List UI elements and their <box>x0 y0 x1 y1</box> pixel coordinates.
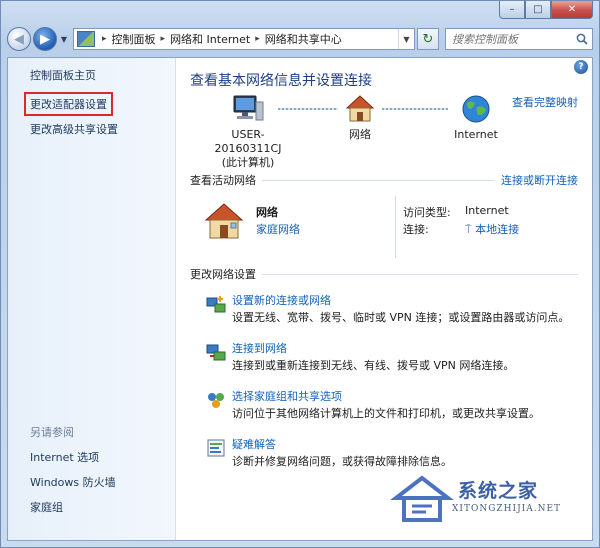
house-icon <box>344 94 376 124</box>
address-dropdown[interactable]: ▼ <box>398 29 414 49</box>
access-type-row: 访问类型: Internet <box>403 204 509 220</box>
help-icon[interactable]: ? <box>574 60 588 74</box>
globe-icon <box>460 94 492 124</box>
connect-disconnect-link[interactable]: 连接或断开连接 <box>501 172 578 188</box>
control-panel-icon <box>77 31 95 47</box>
homegroup-icon <box>208 393 224 408</box>
sidebar-item-change-adapter-settings[interactable]: 更改适配器设置 <box>24 92 113 116</box>
search-icon[interactable] <box>572 33 592 45</box>
see-also-windows-firewall[interactable]: Windows 防火墙 <box>30 474 116 490</box>
refresh-button[interactable]: ↻ <box>417 28 439 50</box>
map-node-computer: USER-20160311CJ (此计算机) <box>198 94 298 170</box>
connection-row: 连接: ⍑ 本地连接 <box>403 221 519 237</box>
access-type-label: 访问类型: <box>403 206 451 219</box>
active-networks-header: 查看活动网络 连接或断开连接 <box>190 172 578 188</box>
network-type-link[interactable]: 家庭网络 <box>256 221 300 237</box>
map-node-network-label: 网络 <box>349 128 371 141</box>
breadcrumb-network-sharing-center[interactable]: 网络和共享中心 <box>265 31 342 47</box>
map-connector-line <box>382 108 448 110</box>
homegroup-sharing-link[interactable]: 选择家庭组和共享选项 <box>232 388 342 404</box>
arrow-left-icon: ◀ <box>14 31 24 47</box>
see-also-homegroup[interactable]: 家庭组 <box>30 499 116 515</box>
chevron-down-icon: ▼ <box>403 34 410 44</box>
close-button[interactable]: ✕ <box>551 1 593 19</box>
chevron-right-icon[interactable]: ▸ <box>102 34 107 44</box>
homegroup-sharing-desc: 访问位于其他网络计算机上的文件和打印机，或更改共享设置。 <box>232 407 540 420</box>
watermark-house-icon <box>390 475 454 522</box>
new-connection-icon <box>206 296 226 313</box>
chevron-right-icon[interactable]: ▸ <box>255 34 260 44</box>
content-area: 控制面板主页 更改适配器设置 更改高级共享设置 另请参阅 Internet 选项… <box>7 57 593 541</box>
chevron-right-icon[interactable]: ▸ <box>161 34 166 44</box>
page-title: 查看基本网络信息并设置连接 <box>190 73 372 89</box>
search-box[interactable] <box>445 28 593 50</box>
main-pane: ? 查看基本网络信息并设置连接 查看完整映射 USER-20160311CJ (… <box>176 58 592 540</box>
troubleshoot-link[interactable]: 疑难解答 <box>232 436 276 452</box>
left-pane: 控制面板主页 更改适配器设置 更改高级共享设置 另请参阅 Internet 选项… <box>8 58 176 540</box>
section-divider <box>262 179 495 181</box>
active-networks-title: 查看活动网络 <box>190 174 256 187</box>
task-homegroup: 选择家庭组和共享选项 访问位于其他网络计算机上的文件和打印机，或更改共享设置。 <box>206 388 592 436</box>
breadcrumb-network-internet[interactable]: 网络和 Internet <box>170 31 250 47</box>
address-bar[interactable]: ▸ 控制面板 ▸ 网络和 Internet ▸ 网络和共享中心 ▼ <box>73 28 415 50</box>
sidebar-item-control-panel-home[interactable]: 控制面板主页 <box>30 67 175 83</box>
maximize-button[interactable]: □ <box>525 1 551 19</box>
connect-to-network-link[interactable]: 连接到网络 <box>232 340 287 356</box>
navigation-bar: ◀ ▶ ▼ ▸ 控制面板 ▸ 网络和 Internet ▸ 网络和共享中心 ▼ … <box>7 25 593 53</box>
window: – □ ✕ ◀ ▶ ▼ ▸ 控制面板 ▸ 网络和 Internet ▸ 网络和共… <box>0 0 600 548</box>
connection-label: 连接: <box>403 223 429 236</box>
watermark-title: 系统之家 <box>458 480 539 502</box>
caption-buttons: – □ ✕ <box>499 1 593 19</box>
access-type-value: Internet <box>465 204 509 217</box>
chevron-down-icon: ▼ <box>60 34 68 44</box>
map-node-internet-label: Internet <box>454 128 498 141</box>
refresh-icon: ↻ <box>422 31 434 47</box>
arrow-right-icon: ▶ <box>40 31 50 47</box>
breadcrumb-control-panel[interactable]: 控制面板 <box>112 31 156 47</box>
search-input[interactable] <box>452 32 572 46</box>
back-button[interactable]: ◀ <box>7 27 31 51</box>
network-map: USER-20160311CJ (此计算机) 网络 Internet <box>190 94 592 172</box>
recent-pages-dropdown[interactable]: ▼ <box>59 35 69 44</box>
local-connection-link[interactable]: 本地连接 <box>475 223 519 236</box>
map-node-computer-label: USER-20160311CJ <box>214 128 282 155</box>
map-node-internet: Internet <box>444 94 508 142</box>
watermark-logo: 系统之家 XITONGZHIJIA.NET <box>386 470 586 530</box>
ethernet-icon: ⍑ <box>465 223 472 236</box>
see-also-internet-options[interactable]: Internet 选项 <box>30 449 116 465</box>
sidebar-item-advanced-sharing-settings[interactable]: 更改高级共享设置 <box>30 121 175 137</box>
active-network-panel: 网络 家庭网络 访问类型: Internet 连接: ⍑ 本地连接 <box>190 196 592 266</box>
map-connector-line <box>278 108 338 110</box>
section-divider <box>262 273 578 275</box>
setup-new-connection-desc: 设置无线、宽带、拨号、临时或 VPN 连接；或设置路由器或访问点。 <box>232 311 570 324</box>
vertical-divider <box>395 196 396 258</box>
connect-network-icon <box>206 344 226 361</box>
change-settings-title: 更改网络设置 <box>190 268 256 281</box>
computer-icon <box>232 94 264 124</box>
forward-button[interactable]: ▶ <box>33 27 57 51</box>
troubleshoot-icon <box>207 439 225 457</box>
active-network-name: 网络 <box>256 206 278 219</box>
change-settings-header: 更改网络设置 <box>190 266 578 282</box>
connection-value[interactable]: ⍑ 本地连接 <box>465 221 519 237</box>
map-node-network: 网络 <box>340 94 380 142</box>
setup-new-connection-link[interactable]: 设置新的连接或网络 <box>232 292 331 308</box>
see-also-title: 另请参阅 <box>30 426 74 439</box>
map-node-computer-sublabel: (此计算机) <box>221 156 275 169</box>
see-also-section: 另请参阅 Internet 选项 Windows 防火墙 家庭组 <box>30 424 116 524</box>
minimize-button[interactable]: – <box>499 1 525 19</box>
watermark-url: XITONGZHIJIA.NET <box>452 504 562 514</box>
task-connect-network: 连接到网络 连接到或重新连接到无线、有线、拨号或 VPN 网络连接。 <box>206 340 592 388</box>
task-new-connection: 设置新的连接或网络 设置无线、宽带、拨号、临时或 VPN 连接；或设置路由器或访… <box>206 292 592 340</box>
troubleshoot-desc: 诊断并修复网络问题，或获得故障排除信息。 <box>232 455 452 468</box>
home-network-icon <box>204 202 244 243</box>
connect-to-network-desc: 连接到或重新连接到无线、有线、拨号或 VPN 网络连接。 <box>232 359 515 372</box>
